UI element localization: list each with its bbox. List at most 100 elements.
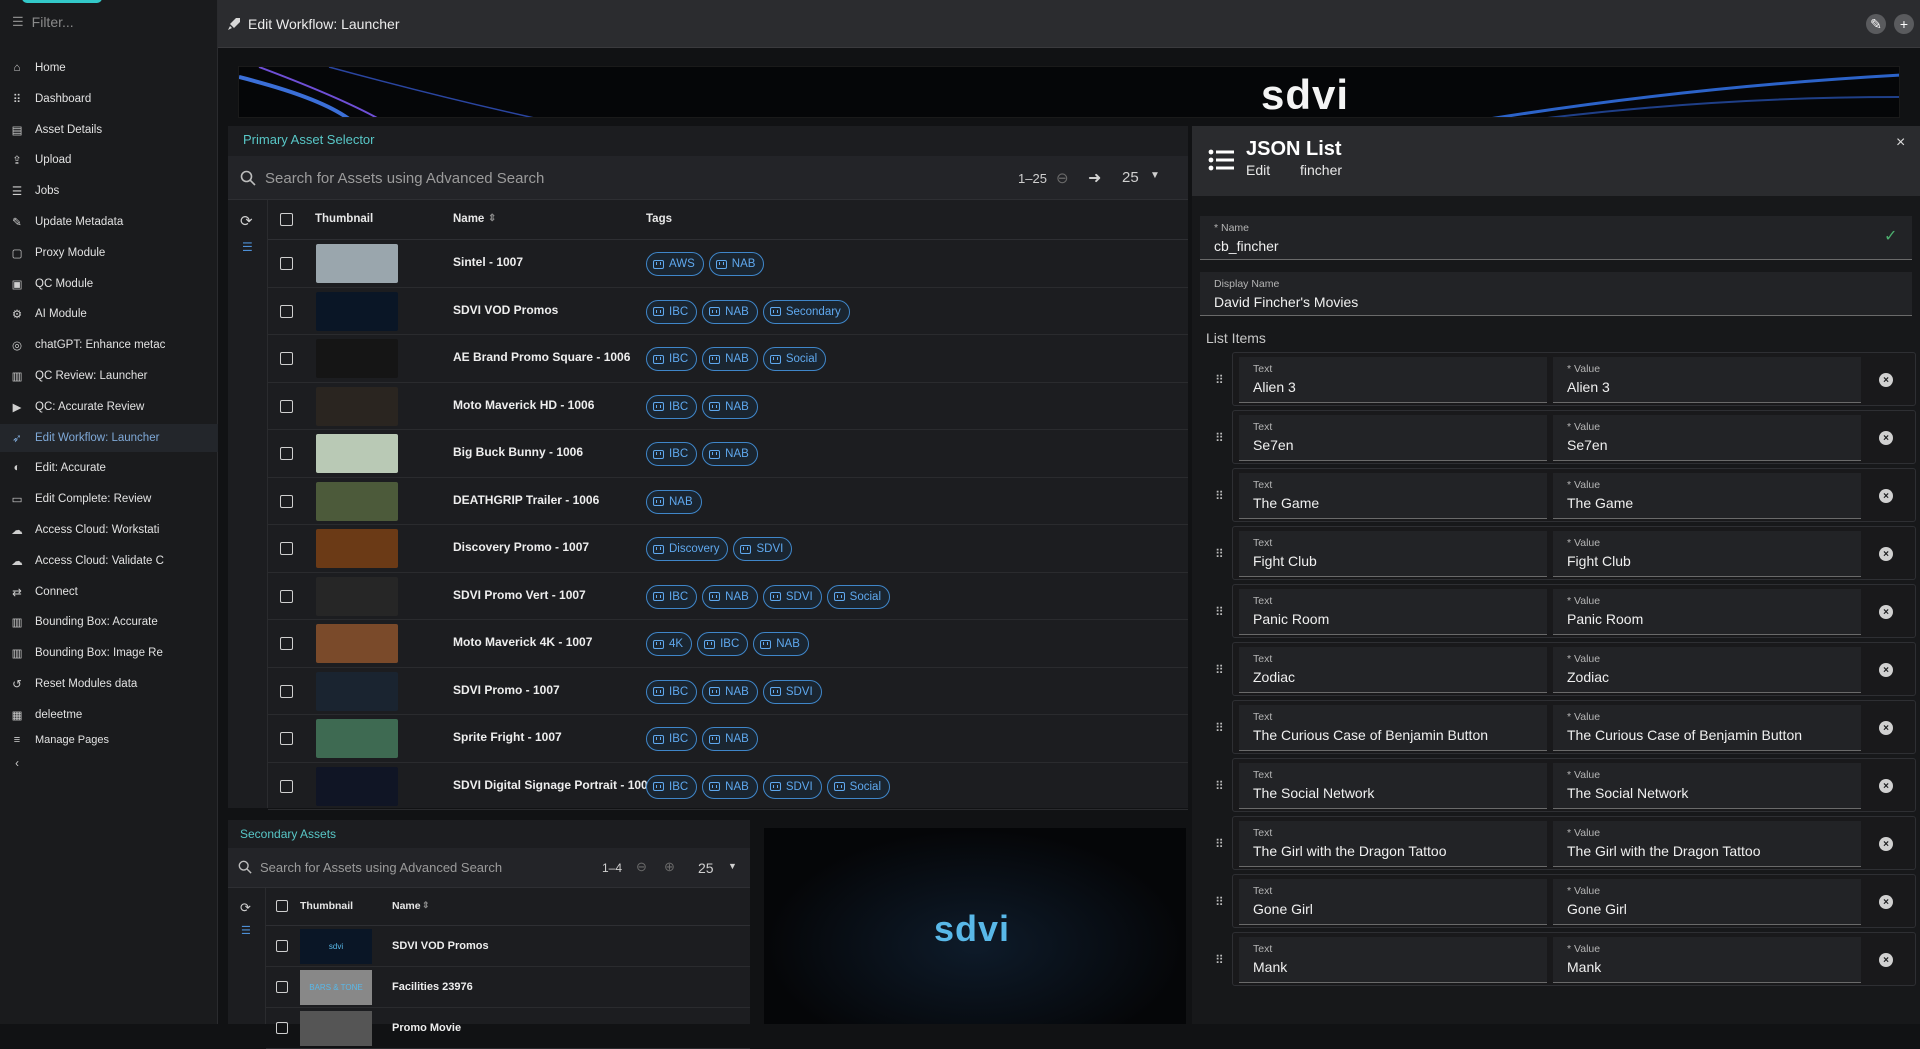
- refresh-icon[interactable]: ⟳: [240, 212, 253, 230]
- remove-item-icon[interactable]: ×: [1879, 779, 1893, 793]
- tag-chip[interactable]: IBC: [646, 394, 698, 419]
- asset-thumbnail[interactable]: [316, 719, 398, 758]
- table-row[interactable]: AE Brand Promo Square - 1006 IBC NAB Social: [268, 335, 1188, 383]
- column-name[interactable]: Name: [392, 900, 421, 912]
- sidebar-item-qc-module[interactable]: ▣ QC Module: [0, 270, 218, 298]
- tag-chip[interactable]: Social: [826, 774, 890, 799]
- tag-chip[interactable]: IBC: [646, 347, 698, 371]
- sidebar-filter[interactable]: ☰ Filter...: [0, 10, 218, 34]
- collapse-sidebar-button[interactable]: ‹: [0, 750, 218, 778]
- table-row[interactable]: Moto Maverick HD - 1006 IBC NAB: [268, 383, 1188, 430]
- video-preview[interactable]: sdvi: [764, 828, 1186, 1024]
- sidebar-item-home[interactable]: ⌂ Home: [0, 54, 218, 82]
- drag-handle-icon[interactable]: ⠿: [1215, 953, 1229, 967]
- filter-icon[interactable]: ☰: [242, 240, 253, 254]
- item-value-field[interactable]: * Value The Game: [1553, 473, 1861, 519]
- secondary-page-size[interactable]: 25: [698, 860, 714, 876]
- asset-thumbnail[interactable]: [300, 1011, 372, 1046]
- item-text-field[interactable]: Text The Curious Case of Benjamin Button: [1239, 705, 1547, 751]
- secondary-search-input[interactable]: Search for Assets using Advanced Search: [260, 860, 502, 875]
- asset-thumbnail[interactable]: [316, 481, 398, 521]
- asset-thumbnail[interactable]: [316, 291, 398, 331]
- remove-item-icon[interactable]: ×: [1879, 721, 1893, 735]
- item-text-field[interactable]: Text The Girl with the Dragon Tattoo: [1239, 821, 1547, 867]
- asset-name[interactable]: SDVI VOD Promos: [453, 303, 558, 317]
- table-row[interactable]: Sprite Fright - 1007 IBC NAB: [268, 715, 1188, 763]
- table-row[interactable]: DEATHGRIP Trailer - 1006 NAB: [268, 478, 1188, 525]
- table-row[interactable]: sdvi SDVI VOD Promos: [266, 926, 750, 967]
- asset-name[interactable]: SDVI Promo Vert - 1007: [453, 588, 586, 602]
- item-value-field[interactable]: * Value The Girl with the Dragon Tattoo: [1553, 821, 1861, 867]
- table-row[interactable]: SDVI Promo Vert - 1007 IBC NAB SDVI Social: [268, 573, 1188, 620]
- remove-item-icon[interactable]: ×: [1879, 431, 1893, 445]
- table-row[interactable]: Sintel - 1007 AWS NAB: [268, 240, 1188, 288]
- sidebar-item-edit-complete-review[interactable]: ▭ Edit Complete: Review: [0, 485, 218, 513]
- asset-name[interactable]: AE Brand Promo Square - 1006: [453, 350, 630, 364]
- tag-chip[interactable]: NAB: [702, 727, 758, 751]
- asset-name[interactable]: SDVI Digital Signage Portrait - 1007: [453, 778, 654, 792]
- row-checkbox[interactable]: [280, 257, 293, 270]
- remove-item-icon[interactable]: ×: [1879, 489, 1893, 503]
- asset-thumbnail[interactable]: BARS & TONE: [300, 970, 372, 1005]
- primary-search-input[interactable]: Search for Assets using Advanced Search: [265, 170, 544, 187]
- asset-thumbnail[interactable]: [316, 244, 398, 283]
- drag-handle-icon[interactable]: ⠿: [1215, 663, 1229, 677]
- tag-chip[interactable]: Secondary: [762, 299, 850, 324]
- item-text-field[interactable]: Text Alien 3: [1239, 357, 1547, 403]
- add-button[interactable]: +: [1894, 14, 1914, 34]
- tag-chip[interactable]: Discovery: [646, 537, 729, 561]
- remove-item-icon[interactable]: ×: [1879, 663, 1893, 677]
- item-value-field[interactable]: * Value Fight Club: [1553, 531, 1861, 577]
- asset-name[interactable]: SDVI VOD Promos: [392, 940, 489, 952]
- asset-name[interactable]: DEATHGRIP Trailer - 1006: [453, 493, 599, 507]
- asset-thumbnail[interactable]: [316, 339, 398, 378]
- name-field[interactable]: * Name cb_fincher ✓: [1200, 216, 1912, 260]
- table-row[interactable]: Promo Movie: [266, 1008, 750, 1049]
- drag-handle-icon[interactable]: ⠿: [1215, 779, 1229, 793]
- tag-chip[interactable]: SDVI: [762, 679, 822, 704]
- row-checkbox[interactable]: [280, 447, 293, 460]
- sidebar-item-bounding-box-image-re[interactable]: ▥ Bounding Box: Image Re: [0, 639, 218, 667]
- remove-item-icon[interactable]: ×: [1879, 547, 1893, 561]
- item-text-field[interactable]: Text The Game: [1239, 473, 1547, 519]
- sidebar-item-asset-details[interactable]: ▤ Asset Details: [0, 116, 218, 144]
- tag-chip[interactable]: NAB: [702, 584, 758, 609]
- asset-thumbnail[interactable]: [316, 576, 398, 616]
- chevron-down-icon[interactable]: ▼: [728, 861, 737, 871]
- row-checkbox[interactable]: [280, 684, 293, 698]
- select-all-checkbox[interactable]: [276, 900, 288, 912]
- drag-handle-icon[interactable]: ⠿: [1215, 605, 1229, 619]
- table-row[interactable]: BARS & TONE Facilities 23976: [266, 967, 750, 1008]
- sidebar-item-edit-workflow-launcher[interactable]: ➶ Edit Workflow: Launcher: [0, 423, 218, 452]
- tag-chip[interactable]: SDVI: [762, 584, 822, 609]
- tag-chip[interactable]: IBC: [646, 442, 698, 466]
- remove-item-icon[interactable]: ×: [1879, 605, 1893, 619]
- sidebar-item-jobs[interactable]: ☰ Jobs: [0, 177, 218, 205]
- asset-name[interactable]: Discovery Promo - 1007: [453, 540, 589, 554]
- item-value-field[interactable]: * Value Panic Room: [1553, 589, 1861, 635]
- item-text-field[interactable]: Text Zodiac: [1239, 647, 1547, 693]
- next-page-icon[interactable]: ➜: [1088, 168, 1101, 188]
- next-page-icon[interactable]: ⊕: [664, 859, 675, 875]
- asset-name[interactable]: Moto Maverick HD - 1006: [453, 398, 594, 412]
- row-checkbox[interactable]: [280, 542, 293, 555]
- row-checkbox[interactable]: [280, 732, 293, 745]
- tag-chip[interactable]: IBC: [697, 632, 749, 656]
- tag-chip[interactable]: SDVI: [762, 774, 822, 799]
- item-value-field[interactable]: * Value The Curious Case of Benjamin Butt…: [1553, 705, 1861, 751]
- tag-chip[interactable]: Social: [826, 584, 890, 609]
- item-text-field[interactable]: Text Mank: [1239, 937, 1547, 983]
- tag-chip[interactable]: SDVI: [733, 537, 793, 561]
- asset-thumbnail[interactable]: [316, 766, 398, 806]
- sidebar-item-bounding-box-accurate[interactable]: ▥ Bounding Box: Accurate: [0, 608, 218, 636]
- sidebar-item-deleetme[interactable]: ▦ deleetme: [0, 701, 218, 729]
- primary-page-size[interactable]: 25: [1122, 169, 1139, 186]
- table-row[interactable]: SDVI Digital Signage Portrait - 1007 IBC N…: [268, 763, 1188, 810]
- drag-handle-icon[interactable]: ⠿: [1215, 837, 1229, 851]
- sidebar-item-proxy-module[interactable]: ▢ Proxy Module: [0, 239, 218, 267]
- drag-handle-icon[interactable]: ⠿: [1215, 721, 1229, 735]
- item-value-field[interactable]: * Value Alien 3: [1553, 357, 1861, 403]
- item-text-field[interactable]: Text Gone Girl: [1239, 879, 1547, 925]
- remove-item-icon[interactable]: ×: [1879, 837, 1893, 851]
- row-checkbox[interactable]: [280, 637, 293, 650]
